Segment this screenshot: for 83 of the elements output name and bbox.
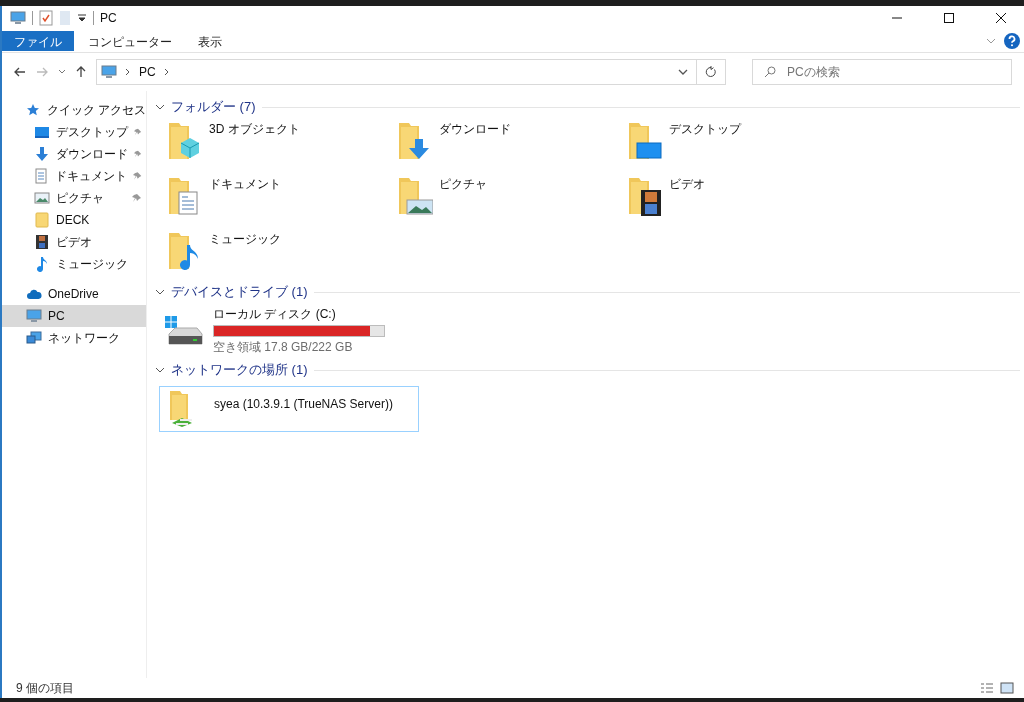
desktop-icon — [34, 125, 50, 139]
download-arrow-icon — [34, 146, 50, 162]
picture-icon — [34, 191, 50, 205]
folder-name[interactable]: ビデオ — [669, 176, 705, 193]
folder-picture-icon — [397, 176, 433, 216]
folder-name[interactable]: ピクチャ — [439, 176, 487, 193]
item-count: 9 個の項目 — [16, 679, 74, 697]
properties-icon[interactable] — [39, 10, 53, 26]
sidebar-item[interactable]: ダウンロード — [2, 143, 146, 165]
ribbon-tab[interactable]: コンピューター — [76, 31, 184, 51]
sidebar-label: ミュージック — [56, 255, 129, 273]
computer-icon — [10, 11, 26, 25]
drive-name[interactable]: ローカル ディスク (C:) — [213, 306, 385, 323]
sidebar-item[interactable]: ネットワーク — [2, 327, 146, 349]
window-title: PC — [100, 11, 117, 25]
sidebar-label: OneDrive — [48, 287, 99, 301]
search-icon — [764, 66, 776, 78]
up-arrow-icon[interactable] — [76, 66, 86, 78]
sidebar-item[interactable]: PC — [2, 305, 146, 327]
sidebar-item[interactable]: デスクトップ — [2, 121, 146, 143]
network-icon — [26, 331, 42, 345]
sidebar-label: デスクトップ — [56, 123, 128, 141]
star-icon — [26, 103, 41, 117]
address-bar[interactable]: PC — [96, 59, 726, 85]
folder-name[interactable]: デスクトップ — [669, 121, 741, 138]
sidebar-label: ネットワーク — [48, 329, 120, 347]
sidebar-item[interactable]: クイック アクセス — [2, 99, 146, 121]
cloud-icon — [26, 288, 42, 300]
close-icon — [996, 13, 1006, 23]
sidebar-item[interactable]: ドキュメント — [2, 165, 146, 187]
music-note-icon — [36, 256, 48, 272]
pin-icon[interactable] — [132, 171, 142, 181]
maximize-icon — [944, 13, 954, 23]
drive-icon — [163, 314, 203, 348]
document-icon — [34, 168, 49, 184]
ribbon-tab[interactable]: ファイル — [2, 31, 74, 51]
collapse-chevron-icon[interactable] — [155, 289, 165, 295]
sidebar-item[interactable]: DECK — [2, 209, 146, 231]
search-field[interactable]: PCの検索 — [752, 59, 1012, 85]
folder-desktop-icon — [627, 121, 663, 161]
free-space-text: 空き領域 17.8 GB/222 GB — [213, 339, 354, 356]
sidebar-label: ドキュメント — [54, 167, 127, 185]
sidebar-item[interactable]: ビデオ — [2, 231, 146, 253]
collapse-chevron-icon[interactable] — [155, 104, 165, 110]
sidebar-item[interactable]: ピクチャ — [2, 187, 146, 209]
sidebar-label: DECK — [56, 213, 91, 227]
chevron-right-icon[interactable] — [163, 68, 170, 76]
network-location-item[interactable]: syea (10.3.9.1 (TrueNAS Server)) — [159, 386, 419, 432]
sidebar-label: PC — [48, 309, 65, 323]
group-header[interactable]: フォルダー (7) — [171, 98, 256, 116]
computer-icon — [101, 65, 117, 79]
customize-dropdown-icon[interactable] — [77, 13, 87, 23]
sidebar-label: ダウンロード — [56, 145, 128, 163]
computer-icon — [26, 309, 42, 323]
ribbon-tab[interactable]: 表示 — [186, 31, 234, 51]
sidebar-label: クイック アクセス — [46, 101, 146, 119]
sidebar-item[interactable]: OneDrive — [2, 283, 146, 305]
sidebar-item[interactable]: ミュージック — [2, 253, 146, 275]
group-header[interactable]: ネットワークの場所 (1) — [171, 361, 308, 379]
dropdown-icon[interactable] — [678, 69, 688, 75]
back-arrow-icon[interactable] — [14, 67, 26, 77]
large-icons-view-icon[interactable] — [1000, 682, 1014, 694]
network-location-name: syea (10.3.9.1 (TrueNAS Server)) — [214, 397, 393, 411]
refresh-icon[interactable] — [705, 66, 717, 78]
folder-name[interactable]: 3D オブジェクト — [209, 121, 300, 138]
folder-icon — [35, 212, 49, 228]
film-icon — [35, 234, 49, 250]
pin-icon[interactable] — [134, 127, 142, 137]
expand-ribbon-icon[interactable] — [986, 38, 996, 44]
sidebar-label: ビデオ — [56, 233, 93, 251]
folder-name[interactable]: ドキュメント — [209, 176, 281, 193]
collapse-chevron-icon[interactable] — [155, 367, 165, 373]
pin-icon[interactable] — [134, 149, 142, 159]
group-header[interactable]: デバイスとドライブ (1) — [171, 283, 308, 301]
folder-name[interactable]: ミュージック — [209, 231, 281, 248]
chevron-right-icon[interactable] — [125, 68, 131, 76]
pin-icon[interactable] — [132, 193, 142, 203]
sidebar-label: ピクチャ — [56, 189, 105, 207]
breadcrumb[interactable]: PC — [139, 65, 156, 79]
folder-name[interactable]: ダウンロード — [439, 121, 511, 138]
help-icon[interactable] — [1004, 33, 1020, 49]
folder-film-icon — [627, 176, 663, 216]
recent-dropdown-icon[interactable] — [58, 69, 66, 75]
